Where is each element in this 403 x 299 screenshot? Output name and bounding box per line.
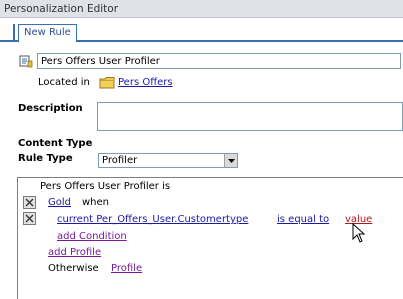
rule-type-label: Rule Type xyxy=(18,153,73,164)
condition-operator-link[interactable]: is equal to xyxy=(277,214,329,225)
otherwise-profile-link[interactable]: Profile xyxy=(111,263,142,274)
located-in-label: Located in xyxy=(38,77,90,88)
rule-type-select[interactable]: Profiler xyxy=(98,153,238,168)
tab-new-rule[interactable]: New Rule xyxy=(18,24,77,42)
when-label: when xyxy=(82,197,110,208)
add-profile-link[interactable]: add Profile xyxy=(48,247,101,258)
delete-x-icon[interactable] xyxy=(23,196,36,209)
content-type-label: Content Type xyxy=(18,138,93,149)
delete-x-icon[interactable] xyxy=(23,212,36,225)
rule-body-header: Pers Offers User Profiler is xyxy=(40,181,171,192)
description-field[interactable] xyxy=(97,102,403,131)
profile-gold-link[interactable]: Gold xyxy=(48,197,71,208)
rule-icon xyxy=(19,54,33,68)
folder-icon xyxy=(99,76,116,89)
tab-strip-edge xyxy=(13,24,15,42)
condition-attribute-link[interactable]: current Per_Offers_User.Customertype xyxy=(57,214,248,225)
mouse-pointer-icon xyxy=(352,222,366,243)
description-label: Description xyxy=(18,103,83,114)
rule-type-selected: Profiler xyxy=(102,155,138,166)
chevron-down-icon[interactable] xyxy=(224,154,237,167)
tab-strip: New Rule xyxy=(0,18,403,42)
window-title: Personalization Editor xyxy=(0,0,403,18)
location-folder-link[interactable]: Pers Offers xyxy=(118,77,173,88)
add-condition-link[interactable]: add Condition xyxy=(57,231,127,242)
otherwise-label: Otherwise xyxy=(48,263,99,274)
rule-name-field[interactable]: Pers Offers User Profiler xyxy=(37,53,401,69)
